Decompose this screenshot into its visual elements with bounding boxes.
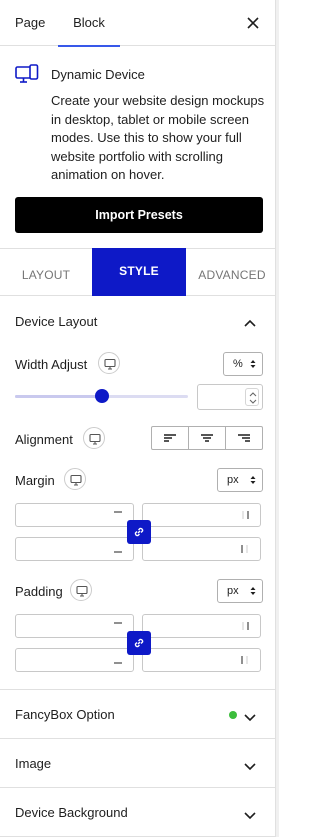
padding-unit-select[interactable]: px [217, 579, 263, 603]
margin-top-input[interactable] [15, 503, 134, 527]
scrollbar[interactable] [276, 0, 279, 837]
tab-advanced[interactable]: ADVANCED [186, 249, 278, 296]
section-divider [0, 787, 276, 788]
padding-bottom-input[interactable] [15, 648, 134, 672]
align-right-icon [238, 434, 250, 442]
image-section-title[interactable]: Image [15, 756, 51, 771]
padding-left-input[interactable] [142, 648, 261, 672]
side-right-icon [242, 511, 249, 519]
status-dot [229, 711, 237, 719]
margin-bottom-input[interactable] [15, 537, 134, 561]
sort-arrows-icon [250, 587, 256, 595]
padding-link-button[interactable] [127, 631, 151, 655]
sort-arrows-icon [250, 360, 256, 368]
desktop-icon[interactable] [98, 352, 120, 374]
fancybox-option-title[interactable]: FancyBox Option [15, 707, 115, 722]
tab-style[interactable]: STYLE [92, 248, 186, 296]
align-right-button[interactable] [226, 427, 262, 449]
tab-block[interactable]: Block [58, 0, 120, 47]
sidebar-header: Page Block [0, 0, 276, 47]
align-center-icon [201, 434, 213, 442]
alignment-label: Alignment [15, 432, 73, 447]
block-description: Create your website design mockups in de… [51, 93, 265, 182]
margin-unit-select[interactable]: px [217, 468, 263, 492]
device-layout-title[interactable]: Device Layout [15, 314, 97, 329]
section-divider [0, 689, 276, 690]
chevron-up-icon[interactable] [243, 316, 257, 327]
alignment-buttons [151, 426, 263, 450]
spinner-arrows-icon [249, 392, 257, 404]
align-left-button[interactable] [152, 427, 189, 449]
side-bottom-icon [114, 551, 122, 553]
close-icon[interactable] [244, 14, 262, 32]
width-unit-select[interactable]: % [223, 352, 263, 376]
side-left-icon [241, 656, 248, 664]
link-icon [134, 527, 144, 537]
sort-arrows-icon [250, 476, 256, 484]
desktop-icon[interactable] [64, 468, 86, 490]
padding-right-input[interactable] [142, 614, 261, 638]
side-top-icon [114, 622, 122, 624]
section-divider [0, 738, 276, 739]
chevron-down-icon[interactable] [243, 808, 257, 820]
block-settings-panel: Page Block Dynamic Device Create your we… [0, 0, 276, 837]
align-left-icon [164, 434, 176, 442]
width-slider-fill [15, 395, 102, 398]
margin-link-button[interactable] [127, 520, 151, 544]
margin-label: Margin [15, 473, 55, 488]
padding-unit-value: px [227, 585, 239, 597]
desktop-icon[interactable] [70, 579, 92, 601]
side-top-icon [114, 511, 122, 513]
link-icon [134, 638, 144, 648]
block-title: Dynamic Device [51, 67, 145, 82]
margin-right-input[interactable] [142, 503, 261, 527]
width-unit-value: % [233, 358, 243, 370]
padding-label: Padding [15, 584, 63, 599]
tab-layout[interactable]: LAYOUT [0, 249, 92, 296]
desktop-icon[interactable] [83, 427, 105, 449]
settings-tabs: LAYOUT STYLE ADVANCED [0, 248, 276, 296]
chevron-down-icon[interactable] [243, 759, 257, 771]
import-presets-button[interactable]: Import Presets [15, 197, 263, 233]
width-slider-handle[interactable] [94, 389, 109, 403]
margin-unit-value: px [227, 474, 239, 486]
tab-page[interactable]: Page [15, 0, 45, 46]
margin-left-input[interactable] [142, 537, 261, 561]
padding-top-input[interactable] [15, 614, 134, 638]
side-bottom-icon [114, 662, 122, 664]
align-center-button[interactable] [189, 427, 226, 449]
devices-icon [15, 64, 39, 86]
number-spinner[interactable] [245, 388, 259, 406]
width-adjust-label: Width Adjust [15, 357, 88, 372]
side-right-icon [242, 622, 249, 630]
device-background-title[interactable]: Device Background [15, 805, 128, 820]
width-number-input[interactable] [197, 384, 263, 410]
side-left-icon [241, 545, 248, 553]
chevron-down-icon[interactable] [243, 710, 257, 722]
